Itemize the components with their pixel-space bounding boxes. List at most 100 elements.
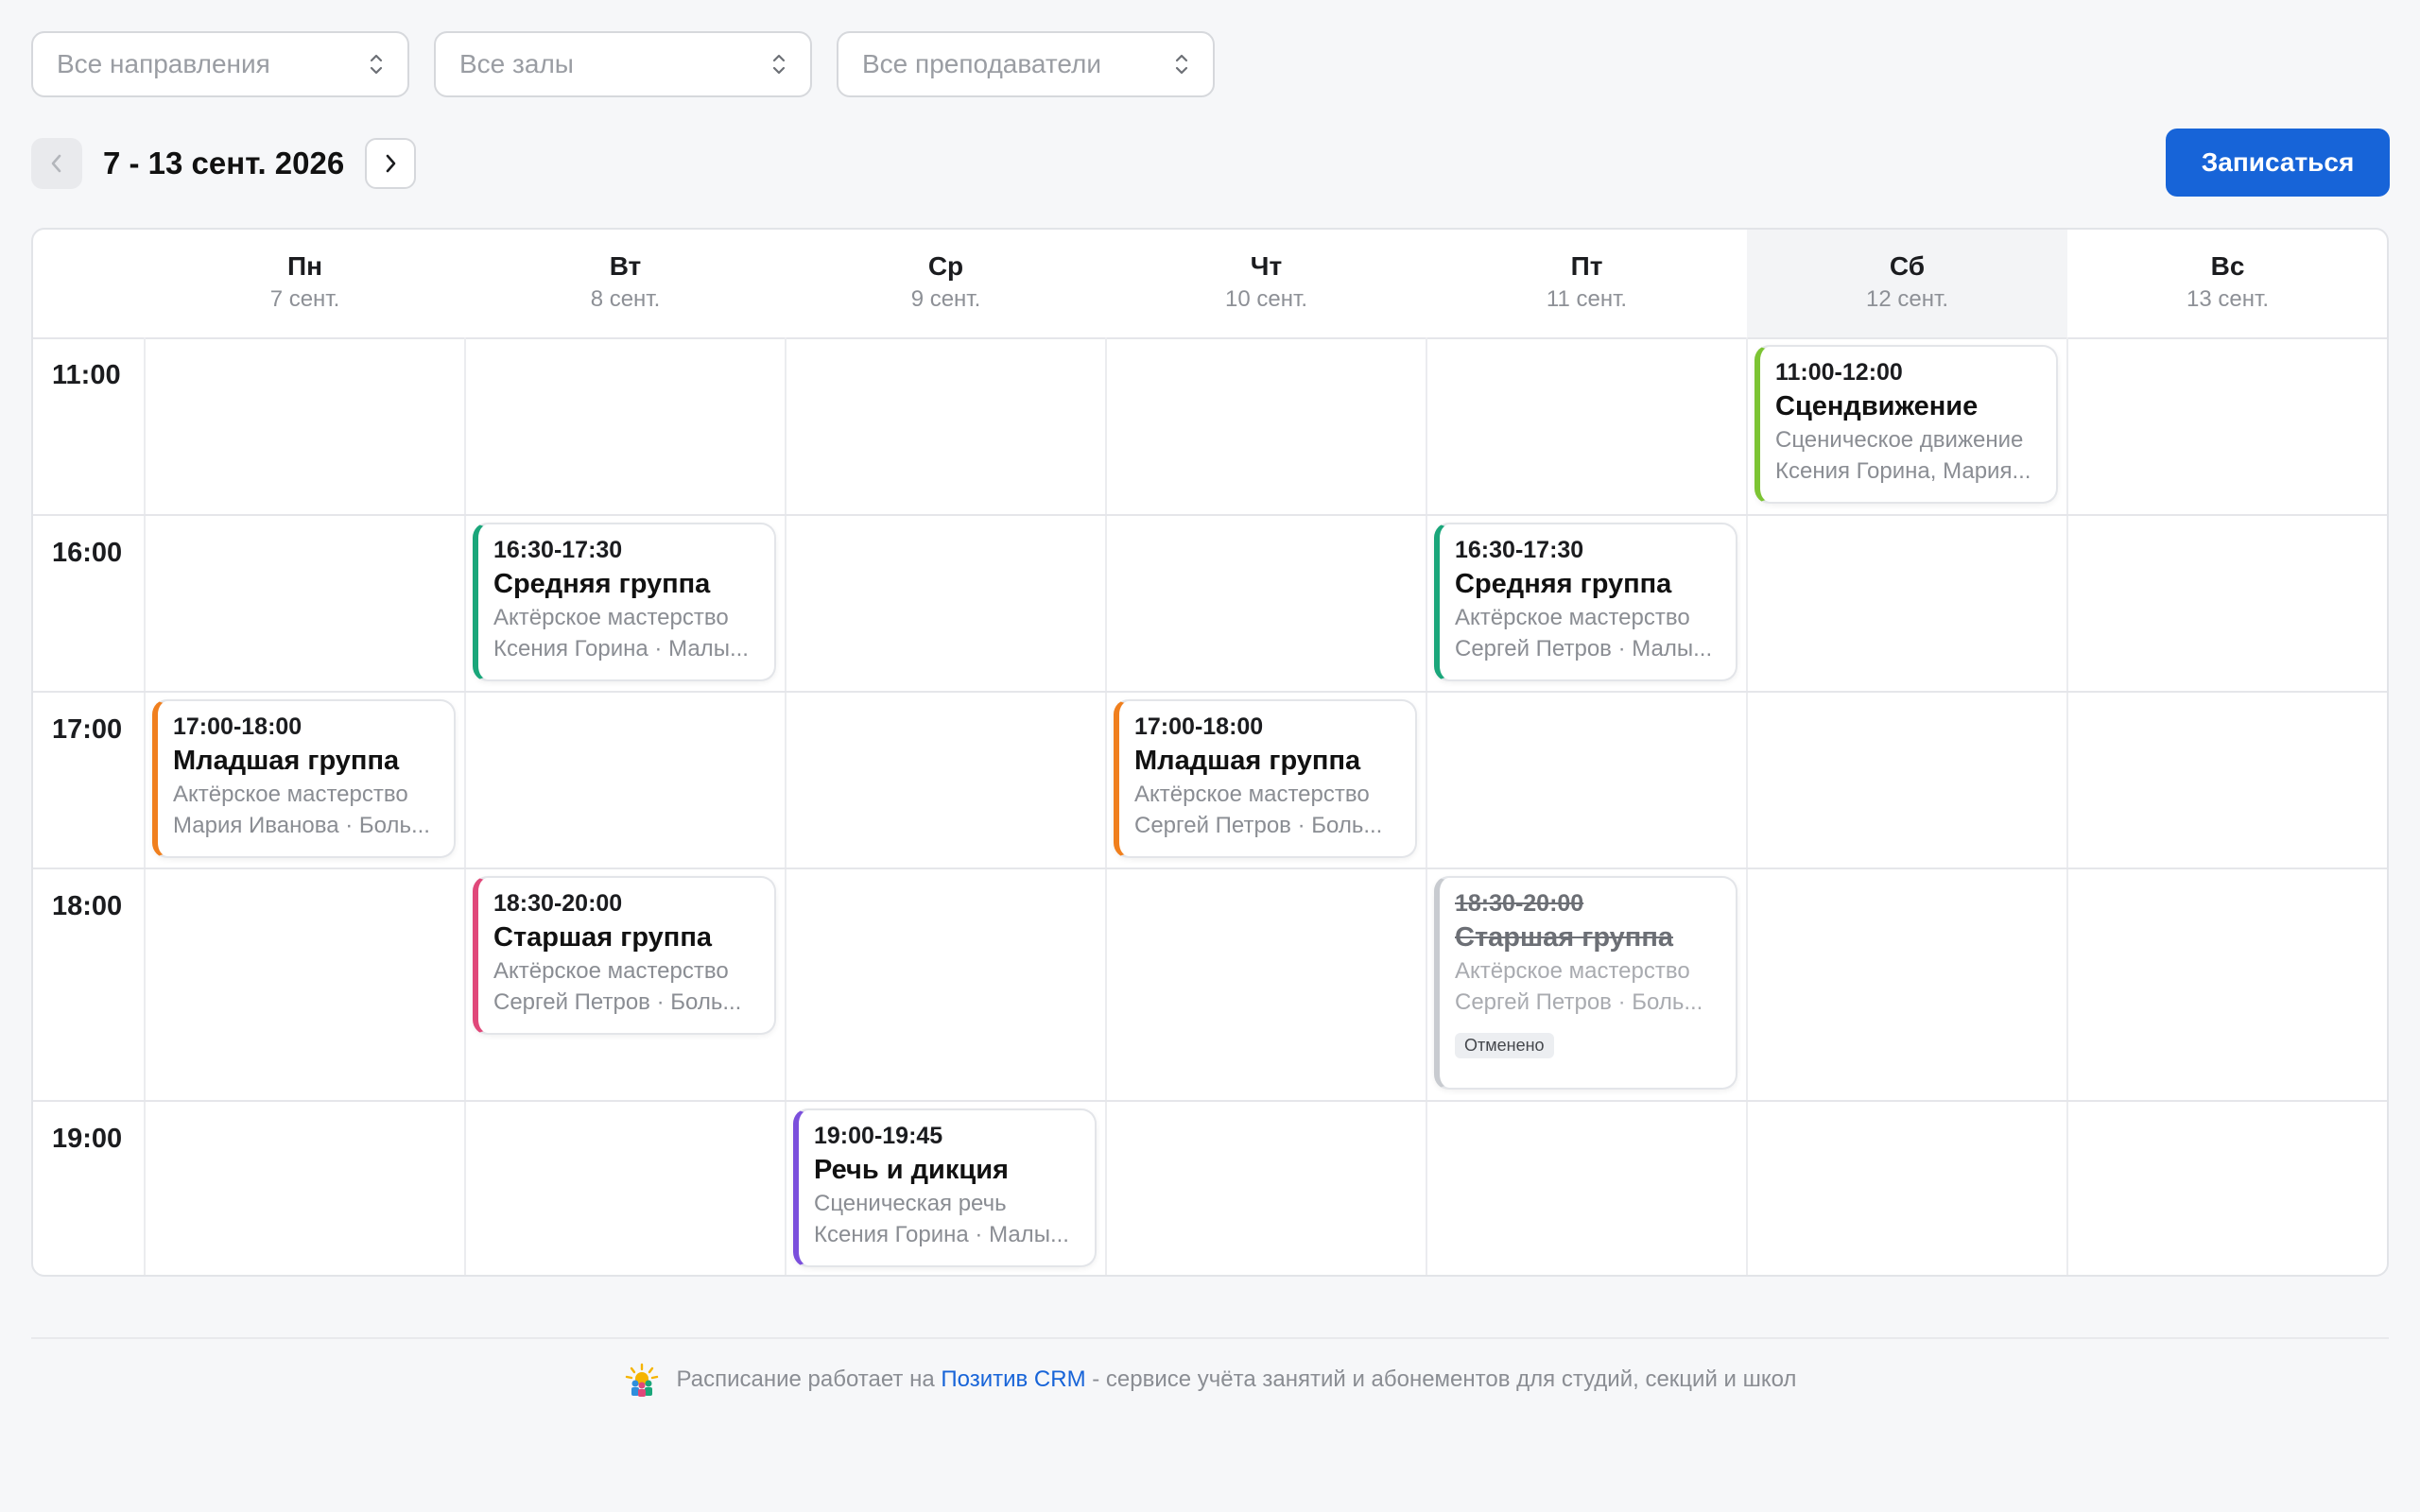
row-divider [33, 868, 2387, 869]
event-subject: Актёрское мастерство [1455, 958, 1690, 984]
positive-crm-link[interactable]: Позитив CRM [941, 1366, 1085, 1392]
cancelled-badge: Отменено [1455, 1033, 1554, 1058]
event-subject: Актёрское мастерство [493, 605, 729, 630]
column-divider [785, 337, 786, 1275]
positive-crm-logo-icon [625, 1363, 658, 1397]
schedule-event-card[interactable]: 17:00-18:00 Младшая группа Актёрское масте… [1114, 699, 1417, 858]
schedule-event-card[interactable]: 17:00-18:00 Младшая группа Актёрское масте… [152, 699, 456, 858]
time-slot-label: 17:00 [52, 714, 123, 745]
event-time: 19:00-19:45 [814, 1123, 943, 1149]
week-navigation: 7 - 13 сент. 2026 [31, 137, 417, 190]
event-title: Младшая группа [173, 746, 400, 776]
event-subject: Актёрское мастерство [173, 782, 408, 807]
event-people: Ксения Горина, Мария... [1775, 458, 2031, 484]
event-time: 17:00-18:00 [1134, 713, 1264, 740]
chevron-updown-icon [1175, 54, 1188, 75]
teacher-select-placeholder: Все преподаватели [862, 49, 1102, 78]
chevron-left-icon [51, 154, 61, 173]
event-time: 16:30-17:30 [493, 537, 623, 563]
column-divider [1105, 337, 1107, 1275]
schedule-event-card[interactable]: 19:00-19:45 Речь и дикция Сценическая речь… [793, 1108, 1097, 1267]
event-title: Младшая группа [1134, 746, 1361, 776]
schedule-event-card[interactable]: 16:30-17:30 Средняя группа Актёрское масте… [1434, 523, 1737, 681]
schedule-event-card[interactable]: 11:00-12:00 Сцендвижение Сценическое движе… [1754, 345, 2058, 504]
schedule-event-card[interactable]: 18:30-20:00 Старшая группа Актёрское масте… [1434, 876, 1737, 1090]
column-divider [1746, 337, 1748, 1275]
column-divider [2066, 337, 2068, 1275]
week-range: 7 - 13 сент. 2026 [103, 146, 345, 180]
event-subject: Сценическое движение [1775, 427, 2024, 453]
next-week-button[interactable] [365, 138, 417, 189]
event-people: Сергей Петров · Боль... [1134, 813, 1383, 838]
schedule-event-card[interactable]: 16:30-17:30 Средняя группа Актёрское масте… [473, 523, 776, 681]
event-subject: Актёрское мастерство [1455, 605, 1690, 630]
teacher-select[interactable]: Все преподаватели [837, 31, 1215, 97]
chevron-updown-icon [772, 54, 786, 75]
hall-select[interactable]: Все залы [434, 31, 812, 97]
time-slot-label: 11:00 [52, 360, 121, 390]
event-time: 18:30-20:00 [493, 890, 623, 917]
event-subject: Сценическая речь [814, 1191, 1007, 1216]
day-date: 10 сент. [1225, 286, 1307, 312]
day-header: Пн 7 сент. [145, 230, 465, 337]
event-title: Средняя группа [1455, 569, 1672, 599]
day-header: Вс 13 сент. [2067, 230, 2387, 337]
day-header: Сб 12 сент. [1747, 230, 2067, 337]
day-date: 8 сент. [590, 286, 661, 312]
day-date: 7 сент. [269, 286, 340, 312]
footer-prefix: Расписание работает на [676, 1366, 935, 1392]
day-date: 9 сент. [910, 286, 981, 312]
schedule-event-card[interactable]: 18:30-20:00 Старшая группа Актёрское масте… [473, 876, 776, 1035]
direction-select-placeholder: Все направления [57, 49, 270, 78]
day-name: Ср [927, 251, 964, 281]
days-header: Пн 7 сент. Вт 8 сент. Ср 9 сент. Чт 10 сент. Пт 1… [33, 230, 2387, 339]
event-title: Сцендвижение [1775, 391, 1979, 421]
day-name: Чт [1250, 251, 1283, 281]
time-slot-label: 16:00 [52, 538, 123, 568]
event-title: Старшая группа [493, 922, 712, 953]
chevron-right-icon [386, 154, 396, 173]
event-time: 18:30-20:00 [1455, 890, 1584, 917]
column-divider [144, 337, 146, 1275]
row-divider [33, 1100, 2387, 1102]
column-divider [464, 337, 466, 1275]
event-title: Речь и дикция [814, 1155, 1009, 1185]
day-date: 12 сент. [1866, 286, 1948, 312]
event-people: Ксения Горина · Малы... [493, 636, 749, 662]
footer: Расписание работает на Позитив CRM - сер… [0, 1363, 2420, 1397]
day-name: Вт [609, 251, 642, 281]
event-subject: Актёрское мастерство [493, 958, 729, 984]
event-subject: Актёрское мастерство [1134, 782, 1370, 807]
chevron-updown-icon [370, 54, 383, 75]
event-people: Ксения Горина · Малы... [814, 1222, 1069, 1247]
day-name: Сб [1889, 251, 1926, 281]
filters-bar: Все направления Все залы Все преподавате… [31, 31, 1215, 97]
day-name: Вс [2210, 251, 2245, 281]
day-name: Пт [1570, 251, 1603, 281]
event-people: Сергей Петров · Боль... [1455, 989, 1703, 1015]
prev-week-button[interactable] [31, 138, 82, 189]
footer-suffix: - сервисе учёта занятий и абонементов дл… [1092, 1366, 1797, 1392]
hall-select-placeholder: Все залы [459, 49, 574, 78]
event-time: 17:00-18:00 [173, 713, 302, 740]
day-date: 13 сент. [2187, 286, 2269, 312]
event-title: Старшая группа [1455, 922, 1673, 953]
event-title: Средняя группа [493, 569, 711, 599]
signup-button[interactable]: Записаться [2166, 129, 2390, 197]
day-header: Вт 8 сент. [465, 230, 786, 337]
event-time: 11:00-12:00 [1775, 359, 1903, 386]
day-header: Чт 10 сент. [1106, 230, 1426, 337]
event-people: Мария Иванова · Боль... [173, 813, 430, 838]
direction-select[interactable]: Все направления [31, 31, 409, 97]
day-header: Ср 9 сент. [786, 230, 1106, 337]
event-people: Сергей Петров · Боль... [493, 989, 742, 1015]
day-header: Пт 11 сент. [1426, 230, 1747, 337]
day-name: Пн [286, 251, 323, 281]
column-divider [1426, 337, 1427, 1275]
footer-divider [31, 1337, 2389, 1339]
schedule-grid: Пн 7 сент. Вт 8 сент. Ср 9 сент. Чт 10 сент. Пт 1… [31, 228, 2389, 1277]
event-time: 16:30-17:30 [1455, 537, 1584, 563]
row-divider [33, 691, 2387, 693]
row-divider [33, 514, 2387, 516]
time-slot-label: 19:00 [52, 1124, 123, 1154]
